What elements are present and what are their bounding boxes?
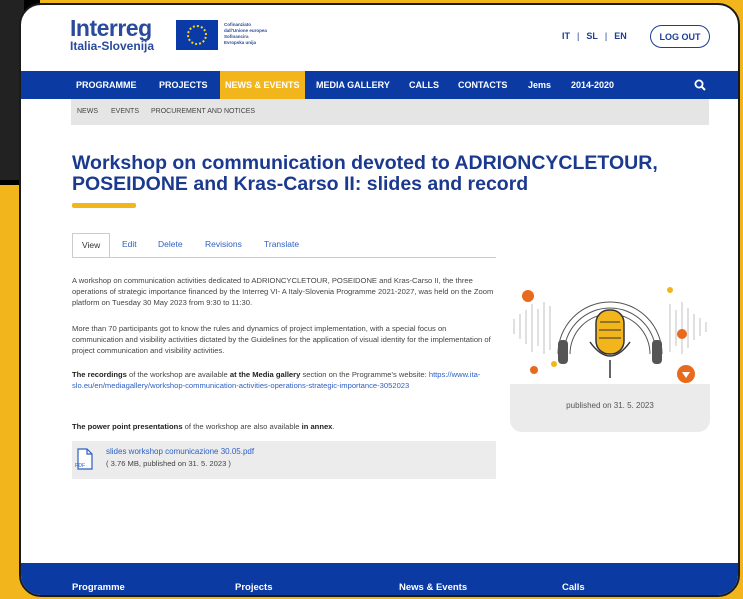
site-header: Interreg Italia-Slovenija Cofinanziato d… — [21, 5, 738, 71]
recordings-label: The recordings — [72, 370, 127, 379]
in-annex-label: in annex — [301, 422, 333, 431]
nav-item-news-events[interactable]: NEWS & EVENTS — [220, 71, 305, 99]
attachment-item: PDF slides workshop comunicazione 30.05.… — [72, 441, 496, 479]
presentations-label: The power point presentations — [72, 422, 183, 431]
logo-sub-text: Italia-Slovenija — [70, 39, 155, 53]
subnav-item-procurement[interactable]: PROCUREMENT AND NOTICES — [151, 99, 255, 125]
tab-edit[interactable]: Edit — [122, 233, 137, 258]
nav-item-projects[interactable]: PROJECTS — [159, 71, 208, 99]
article-paragraph: The power point presentations of the wor… — [72, 422, 335, 431]
tabs-divider — [72, 257, 496, 258]
main-nav: PROGRAMME PROJECTS NEWS & EVENTS MEDIA G… — [21, 71, 738, 99]
footer-link-news-events[interactable]: News & Events — [399, 582, 467, 593]
card-image — [510, 274, 710, 384]
logo-main-text: Interreg — [70, 15, 152, 41]
tab-revisions[interactable]: Revisions — [205, 233, 242, 258]
nav-item-calls[interactable]: CALLS — [409, 71, 439, 99]
media-gallery-label: at the Media gallery — [229, 370, 301, 379]
nav-item-programme[interactable]: PROGRAMME — [76, 71, 137, 99]
article-paragraph: A workshop on communication activities d… — [72, 276, 494, 307]
media-card[interactable]: published on 31. 5. 2023 — [510, 274, 710, 432]
eu-flag-icon — [176, 20, 218, 50]
search-icon[interactable] — [694, 79, 706, 91]
sub-nav: NEWS EVENTS PROCUREMENT AND NOTICES — [71, 99, 709, 125]
lang-it-link[interactable]: IT — [562, 31, 570, 41]
attachment-meta: ( 3.76 MB, published on 31. 5. 2023 ) — [106, 459, 231, 468]
site-footer: Programme Projects News & Events Calls — [21, 563, 738, 595]
title-underline — [72, 203, 136, 208]
subnav-item-news[interactable]: NEWS — [77, 99, 98, 125]
logout-button[interactable]: LOG OUT — [650, 25, 710, 48]
article-paragraph: More than 70 participants got to know th… — [72, 324, 491, 355]
lang-separator: | — [577, 31, 580, 41]
pdf-label: PDF — [75, 463, 85, 469]
lang-en-link[interactable]: EN — [614, 31, 627, 41]
nav-item-jems[interactable]: Jems — [528, 71, 551, 99]
page-title: Workshop on communication devoted to ADR… — [72, 152, 658, 195]
attachment-link[interactable]: slides workshop comunicazione 30.05.pdf — [106, 447, 254, 456]
tab-view[interactable]: View — [72, 233, 111, 258]
nav-item-media-gallery[interactable]: MEDIA GALLERY — [316, 71, 390, 99]
browser-window: Interreg Italia-Slovenija Cofinanziato d… — [19, 3, 740, 597]
article-paragraph: The recordings of the workshop are avail… — [72, 370, 481, 390]
tab-translate[interactable]: Translate — [264, 233, 299, 258]
microphone-headphones-icon — [513, 287, 707, 383]
footer-link-programme[interactable]: Programme — [72, 582, 125, 593]
card-caption: published on 31. 5. 2023 — [566, 401, 654, 410]
nav-item-2014-2020[interactable]: 2014-2020 — [571, 71, 614, 99]
interreg-logo[interactable]: Interreg Italia-Slovenija — [70, 15, 155, 54]
language-switcher: IT | SL | EN — [562, 31, 627, 41]
nav-item-contacts[interactable]: CONTACTS — [458, 71, 507, 99]
footer-link-calls[interactable]: Calls — [562, 582, 585, 593]
footer-link-projects[interactable]: Projects — [235, 582, 273, 593]
lang-sl-link[interactable]: SL — [586, 31, 598, 41]
lang-separator: | — [604, 31, 608, 41]
subnav-item-events[interactable]: EVENTS — [111, 99, 139, 125]
tab-delete[interactable]: Delete — [158, 233, 183, 258]
eu-cofunding-text: Cofinanziato dall'Unione europea Sofinan… — [224, 22, 267, 45]
